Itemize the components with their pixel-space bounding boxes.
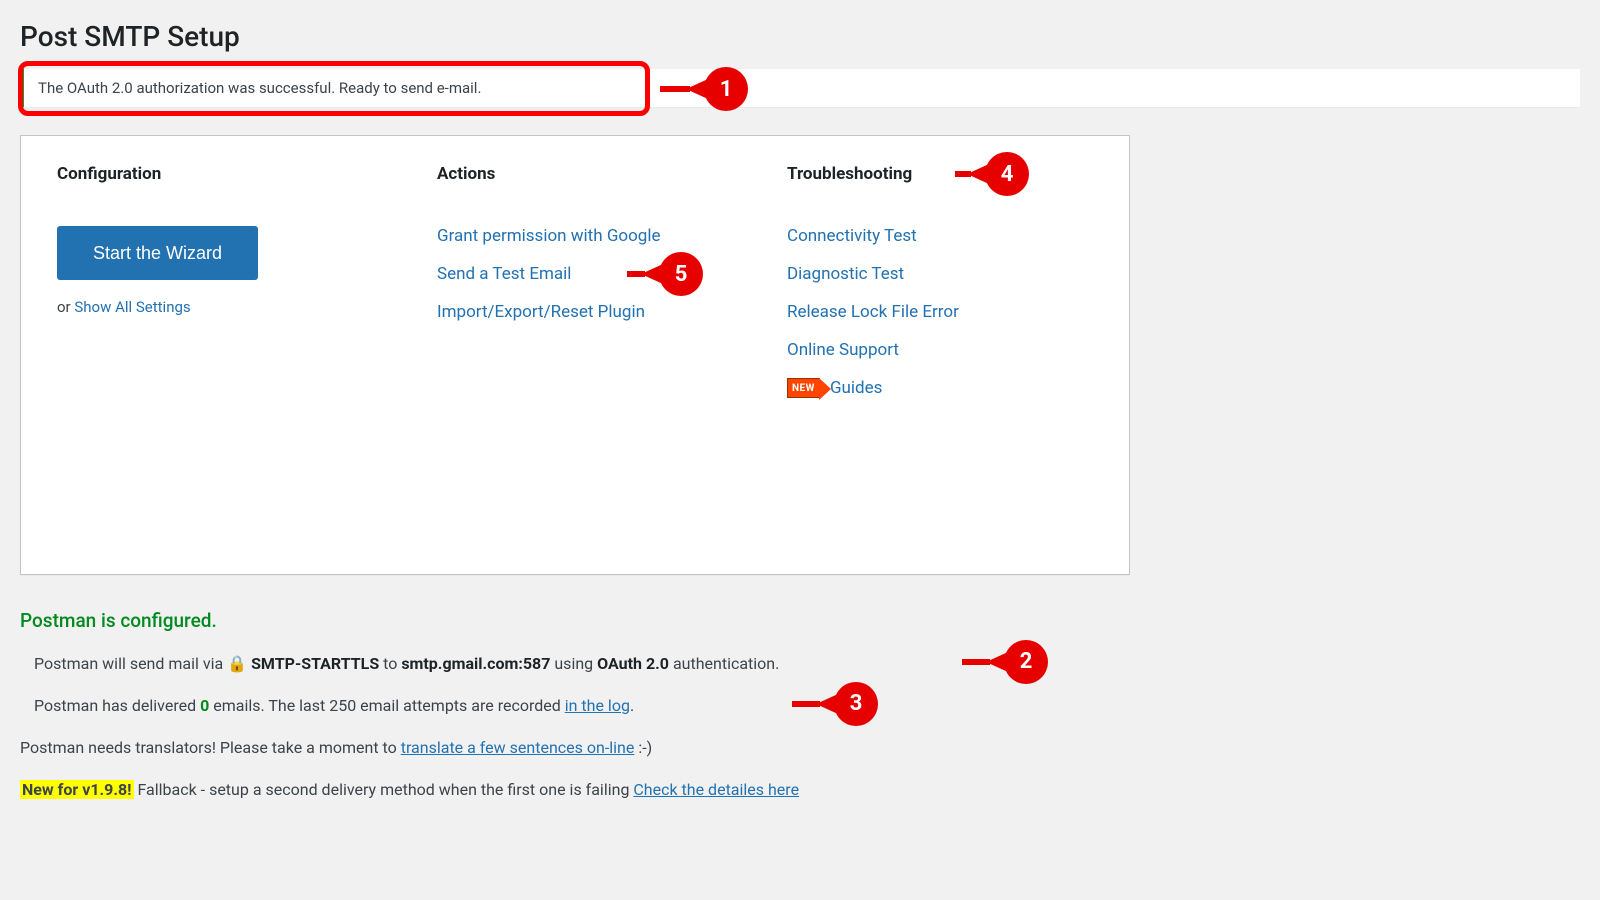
new198-badge: New for v1.9.8!	[20, 780, 134, 799]
annotation-callout-3: 3	[834, 682, 878, 726]
list-item: Send a Test Email 5	[437, 264, 747, 284]
main-panel: Configuration Start the Wizard or Show A…	[20, 135, 1130, 575]
notice-container: The OAuth 2.0 authorization was successf…	[20, 69, 1580, 107]
actions-column: Actions Grant permission with Google Sen…	[437, 164, 747, 534]
postman-configured-heading: Postman is configured.	[20, 607, 1580, 636]
success-notice: The OAuth 2.0 authorization was successf…	[20, 69, 1580, 107]
status-text: Postman has delivered	[34, 696, 200, 715]
list-item: Connectivity Test	[787, 226, 1097, 246]
lock-icon: 🔒	[227, 654, 247, 673]
status-delivery-line: Postman has delivered 0 emails. The last…	[34, 694, 1580, 718]
annotation-callout-5: 5	[659, 252, 703, 296]
import-export-reset-link[interactable]: Import/Export/Reset Plugin	[437, 302, 645, 322]
list-item: NEW Guides	[787, 378, 1097, 398]
status-email-count: 0	[200, 696, 209, 715]
status-text: authentication.	[673, 654, 779, 673]
status-transport-line: Postman will send mail via 🔒 SMTP-STARTT…	[34, 652, 1580, 676]
status-host: smtp.gmail.com:587	[401, 654, 550, 673]
status-text: Postman will send mail via	[34, 654, 227, 673]
grant-google-link[interactable]: Grant permission with Google	[437, 226, 660, 246]
actions-list: Grant permission with Google Send a Test…	[437, 226, 747, 322]
note-text: Fallback - setup a second delivery metho…	[137, 780, 633, 799]
list-item: Online Support	[787, 340, 1097, 360]
translate-link[interactable]: translate a few sentences on-line	[401, 738, 635, 757]
list-item: Import/Export/Reset Plugin	[437, 302, 747, 322]
notice-text: The OAuth 2.0 authorization was successf…	[38, 79, 481, 97]
list-item: Diagnostic Test	[787, 264, 1097, 284]
new-badge-icon: NEW	[787, 378, 820, 398]
online-support-link[interactable]: Online Support	[787, 340, 899, 360]
release-lock-link[interactable]: Release Lock File Error	[787, 302, 959, 322]
note-text: Postman needs translators! Please take a…	[20, 738, 401, 757]
guides-link[interactable]: Guides	[830, 378, 882, 398]
in-the-log-link[interactable]: in the log	[565, 696, 630, 715]
status-text: emails. The last 250 email attempts are …	[213, 696, 565, 715]
diagnostic-test-link[interactable]: Diagnostic Test	[787, 264, 904, 284]
status-text: to	[383, 654, 401, 673]
show-all-settings-link[interactable]: Show All Settings	[74, 298, 190, 316]
list-item: Release Lock File Error	[787, 302, 1097, 322]
annotation-callout-4: 4	[985, 152, 1029, 196]
status-transport: SMTP-STARTTLS	[251, 654, 379, 673]
status-auth: OAuth 2.0	[597, 654, 669, 673]
start-wizard-button[interactable]: Start the Wizard	[57, 226, 258, 280]
send-test-email-link[interactable]: Send a Test Email	[437, 264, 571, 284]
list-item: Grant permission with Google	[437, 226, 747, 246]
page-title: Post SMTP Setup	[20, 12, 1580, 55]
actions-heading: Actions	[437, 164, 747, 184]
troubleshooting-list: Connectivity Test Diagnostic Test Releas…	[787, 226, 1097, 398]
or-show-all: or Show All Settings	[57, 298, 397, 316]
status-text: .	[630, 696, 634, 715]
annotation-callout-2: 2	[1004, 640, 1048, 684]
configuration-heading: Configuration	[57, 164, 397, 184]
check-details-link[interactable]: Check the detailes here	[633, 780, 799, 799]
translators-note: Postman needs translators! Please take a…	[20, 736, 1580, 760]
note-text: :-)	[638, 738, 652, 757]
troubleshooting-column: Troubleshooting 4 Connectivity Test Diag…	[787, 164, 1097, 534]
status-area: Postman is configured. Postman will send…	[20, 607, 1580, 802]
troubleshooting-heading: Troubleshooting 4	[787, 164, 1097, 184]
or-text: or	[57, 298, 74, 316]
configuration-column: Configuration Start the Wizard or Show A…	[57, 164, 397, 534]
connectivity-test-link[interactable]: Connectivity Test	[787, 226, 917, 246]
new-version-note: New for v1.9.8! Fallback - setup a secon…	[20, 778, 1580, 802]
troubleshooting-heading-text: Troubleshooting	[787, 164, 912, 184]
status-text: using	[554, 654, 597, 673]
